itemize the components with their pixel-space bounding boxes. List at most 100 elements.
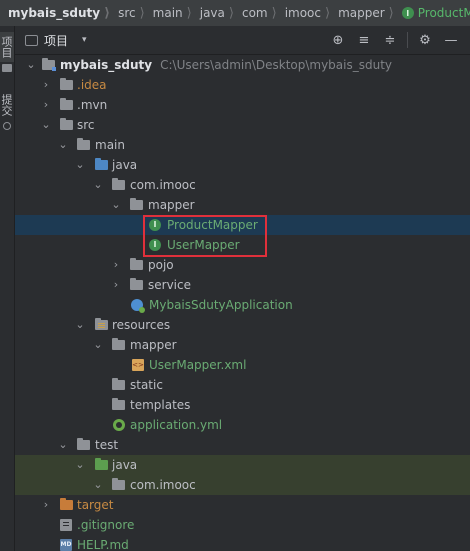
hide-icon[interactable]: — (442, 31, 460, 49)
collapse-all-icon[interactable]: ≑ (381, 31, 399, 49)
tool-window-strip: 项目 提交 (0, 26, 15, 551)
tree-row-product-mapper[interactable]: I ProductMapper (15, 215, 470, 235)
tree-label: HELP.md (77, 538, 129, 551)
tree-row-service[interactable]: › service (15, 275, 470, 295)
project-view-icon (25, 34, 38, 46)
package-icon (112, 478, 125, 490)
tree-row-application-class[interactable]: MybaisSdutyApplication (15, 295, 470, 315)
tree-row-user-mapper[interactable]: I UserMapper (15, 235, 470, 255)
expanded-chevron-icon[interactable]: ⌄ (57, 435, 69, 455)
tree-label: pojo (148, 258, 174, 272)
tree-label: target (77, 498, 114, 512)
tree-row-help-md[interactable]: HELP.md (15, 535, 470, 551)
project-tool-tab[interactable]: 项目 (0, 32, 14, 62)
breadcrumb-imooc[interactable]: imooc ⟩ (279, 0, 332, 26)
tree-label: java (112, 458, 138, 472)
tree-row-templates[interactable]: templates (15, 395, 470, 415)
tree-row-main[interactable]: ⌄ main (15, 135, 470, 155)
chevron-down-icon: ▾ (82, 35, 87, 45)
tree-row-test-java[interactable]: ⌄ java (15, 455, 470, 475)
tree-label: com.imooc (130, 478, 196, 492)
tree-row-mapper[interactable]: ⌄ mapper (15, 195, 470, 215)
tree-label: service (148, 278, 191, 292)
tree-row-java[interactable]: ⌄ java (15, 155, 470, 175)
collapsed-chevron-icon[interactable]: › (40, 75, 52, 95)
tree-row-gitignore[interactable]: .gitignore (15, 515, 470, 535)
tree-label: MybaisSdutyApplication (149, 298, 293, 312)
package-icon (130, 278, 143, 290)
yaml-file-icon (113, 419, 125, 431)
expanded-chevron-icon[interactable]: ⌄ (74, 455, 86, 475)
tree-label: resources (112, 318, 171, 332)
folder-icon (112, 378, 125, 390)
project-folder-icon (42, 58, 56, 71)
tree-label: mapper (148, 198, 195, 212)
tree-row-project-root[interactable]: ⌄ mybais_sduty C:\Users\admin\Desktop\myb… (15, 55, 470, 75)
expanded-chevron-icon[interactable]: ⌄ (25, 55, 37, 75)
expanded-chevron-icon[interactable]: ⌄ (110, 195, 122, 215)
expanded-chevron-icon[interactable]: ⌄ (92, 475, 104, 495)
breadcrumb-mapper[interactable]: mapper ⟩ (332, 0, 396, 26)
locate-icon[interactable]: ⊕ (329, 31, 347, 49)
tree-label: .gitignore (77, 518, 135, 532)
expanded-chevron-icon[interactable]: ⌄ (92, 175, 104, 195)
expanded-chevron-icon[interactable]: ⌄ (92, 335, 104, 355)
toolbar-divider (407, 32, 408, 48)
expanded-chevron-icon[interactable]: ⌄ (74, 315, 86, 335)
tree-row-test-com-imooc[interactable]: ⌄ com.imooc (15, 475, 470, 495)
tree-label: templates (130, 398, 191, 412)
interface-icon: I (149, 219, 161, 231)
xml-file-icon (132, 359, 144, 371)
breadcrumb-main[interactable]: main ⟩ (147, 0, 194, 26)
tree-row-user-mapper-xml[interactable]: UserMapper.xml (15, 355, 470, 375)
tree-row-resources[interactable]: ⌄ resources (15, 315, 470, 335)
tree-label: static (130, 378, 163, 392)
breadcrumb-product-mapper[interactable]: IProductMapper (396, 0, 470, 26)
expand-all-icon[interactable]: ≡ (355, 31, 373, 49)
tree-row-static[interactable]: static (15, 375, 470, 395)
tree-row-resources-mapper[interactable]: ⌄ mapper (15, 335, 470, 355)
breadcrumb-java[interactable]: java ⟩ (194, 0, 236, 26)
tree-row-com-imooc[interactable]: ⌄ com.imooc (15, 175, 470, 195)
project-name: mybais_sduty (60, 58, 153, 72)
tree-label: .idea (77, 78, 107, 92)
project-view-selector[interactable]: 项目 ▾ (25, 32, 87, 49)
folder-icon (77, 438, 90, 450)
tree-label: main (95, 138, 125, 152)
tree-row-pojo[interactable]: › pojo (15, 255, 470, 275)
tree-row-idea[interactable]: › .idea (15, 75, 470, 95)
project-toolbar: 项目 ▾ ⊕ ≡ ≑ ⚙ — (15, 26, 470, 55)
breadcrumb-src[interactable]: src ⟩ (112, 0, 147, 26)
tree-row-test[interactable]: ⌄ test (15, 435, 470, 455)
tree-row-target[interactable]: › target (15, 495, 470, 515)
tree-row-src[interactable]: ⌄ src (15, 115, 470, 135)
collapsed-chevron-icon[interactable]: › (40, 95, 52, 115)
tree-label: test (95, 438, 119, 452)
tree-label: application.yml (130, 418, 223, 432)
commit-tool-tab[interactable]: 提交 (0, 90, 14, 120)
expanded-chevron-icon[interactable]: ⌄ (57, 135, 69, 155)
project-path: C:\Users\admin\Desktop\mybais_sduty (160, 58, 393, 72)
project-view-title: 项目 (44, 33, 69, 48)
source-folder-icon (95, 158, 108, 170)
expanded-chevron-icon[interactable]: ⌄ (74, 155, 86, 175)
folder-icon (77, 138, 90, 150)
tree-label: src (77, 118, 95, 132)
tree-label: UserMapper.xml (149, 358, 247, 372)
project-folder-icon (2, 64, 12, 72)
collapsed-chevron-icon[interactable]: › (110, 255, 122, 275)
package-icon (112, 178, 125, 190)
collapsed-chevron-icon[interactable]: › (40, 495, 52, 515)
collapsed-chevron-icon[interactable]: › (110, 275, 122, 295)
breadcrumb: mybais_sduty ⟩ src ⟩ main ⟩ java ⟩ com ⟩ imoo… (0, 0, 470, 27)
commit-icon (3, 122, 11, 130)
expanded-chevron-icon[interactable]: ⌄ (40, 115, 52, 135)
project-tree: ⌄ mybais_sduty C:\Users\admin\Desktop\myb… (15, 55, 470, 551)
breadcrumb-project[interactable]: mybais_sduty ⟩ (0, 0, 112, 26)
tree-row-application-yml[interactable]: application.yml (15, 415, 470, 435)
breadcrumb-com[interactable]: com ⟩ (236, 0, 279, 26)
settings-icon[interactable]: ⚙ (416, 31, 434, 49)
spring-boot-class-icon (131, 299, 145, 313)
tree-row-mvn[interactable]: › .mvn (15, 95, 470, 115)
tree-label: .mvn (77, 98, 108, 112)
